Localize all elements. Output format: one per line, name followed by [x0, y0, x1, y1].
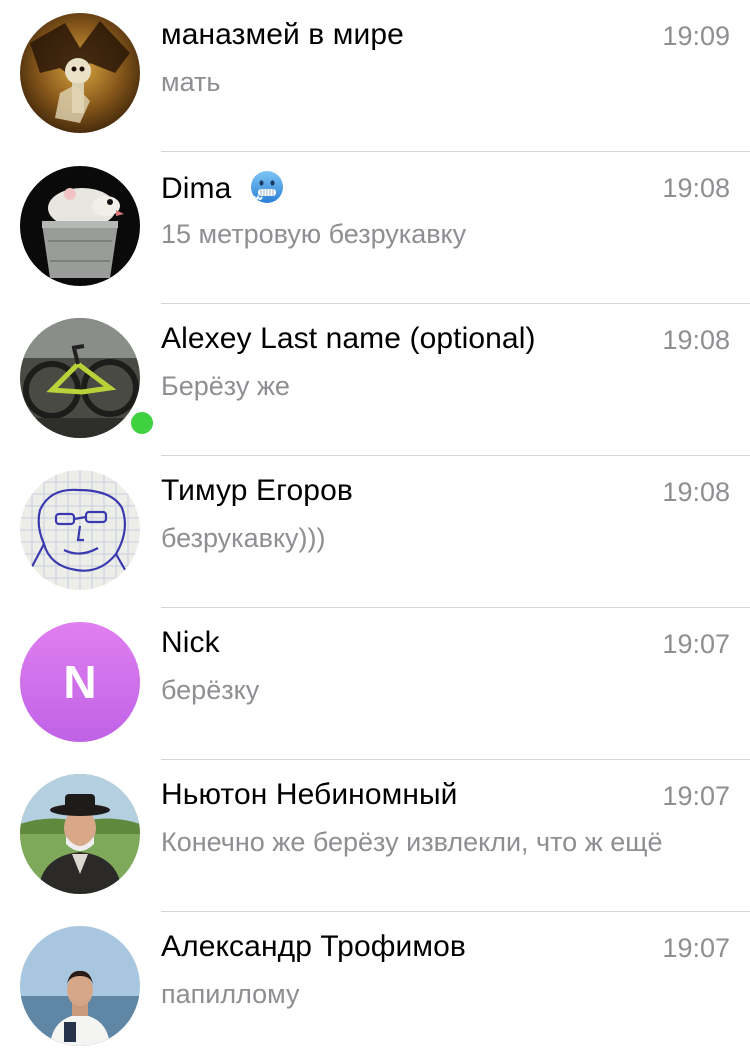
- chat-row[interactable]: маназмей в мире 19:09 мать: [0, 0, 750, 152]
- dark-illustration-avatar[interactable]: [20, 13, 140, 133]
- chat-row[interactable]: Alexey Last name (optional) 19:08 Берёзу…: [0, 304, 750, 456]
- avatar-initial: N: [63, 656, 97, 708]
- chat-preview: Конечно же берёзу извлекли, что ж ещё: [161, 827, 663, 857]
- chat-preview: безрукавку))): [161, 523, 326, 553]
- initial-avatar[interactable]: N: [20, 622, 140, 742]
- chat-time: 19:08: [662, 477, 730, 507]
- chat-row[interactable]: N Nick 19:07 берёзку: [0, 608, 750, 760]
- chat-preview: берёзку: [161, 675, 260, 705]
- chat-name: Тимур Егоров: [161, 474, 353, 507]
- chat-row[interactable]: Тимур Егоров 19:08 безрукавку))): [0, 456, 750, 608]
- chat-time: 19:09: [662, 21, 730, 51]
- chat-time: 19:07: [662, 933, 730, 963]
- young-man-photo-avatar[interactable]: [20, 926, 140, 1046]
- chat-name: Nick: [161, 626, 220, 659]
- opossum-in-bucket-avatar[interactable]: [20, 166, 140, 286]
- chat-time: 19:07: [662, 781, 730, 811]
- chat-name: маназмей в мире: [161, 18, 404, 51]
- chat-name: Александр Трофимов: [161, 930, 466, 963]
- chat-list: маназмей в мире 19:09 мать Dima 19:08 15…: [0, 0, 750, 1058]
- doodle-face-avatar[interactable]: [20, 470, 140, 590]
- freezing-face-icon: [250, 170, 284, 212]
- chat-row[interactable]: Александр Трофимов 19:07 папиллому: [0, 912, 750, 1058]
- chat-time: 19:08: [662, 173, 730, 203]
- chat-time: 19:07: [662, 629, 730, 659]
- chat-name: Alexey Last name (optional): [161, 322, 536, 355]
- chat-preview: мать: [161, 67, 221, 97]
- online-status-indicator: [127, 408, 157, 438]
- chat-preview: папиллому: [161, 979, 300, 1009]
- bicycle-photo-avatar[interactable]: [20, 318, 157, 438]
- chat-time: 19:08: [662, 325, 730, 355]
- chat-row[interactable]: Dima 19:08 15 метровую безрукавку: [0, 152, 750, 304]
- chat-row[interactable]: Ньютон Небиномный 19:07 Конечно же берёз…: [0, 760, 750, 912]
- man-in-hat-photo-avatar[interactable]: [20, 774, 140, 894]
- chat-name: Ньютон Небиномный: [161, 778, 458, 811]
- chat-preview: Берёзу же: [161, 371, 290, 401]
- chat-preview: 15 метровую безрукавку: [161, 219, 467, 249]
- chat-name: Dima: [161, 170, 284, 212]
